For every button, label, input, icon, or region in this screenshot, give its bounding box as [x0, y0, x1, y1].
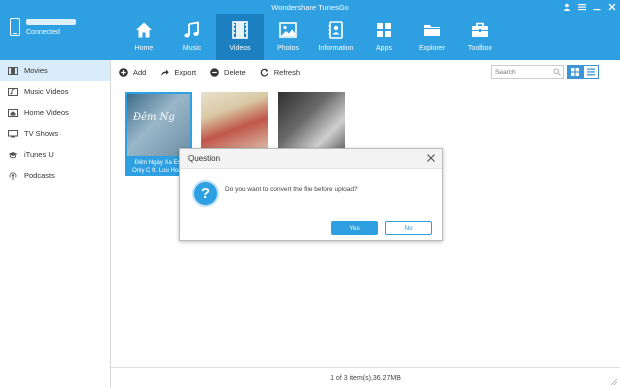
sidebar-item-podcasts[interactable]: Podcasts: [0, 165, 110, 186]
home-video-icon: [8, 108, 18, 117]
film-icon: [232, 21, 248, 39]
top-bar: Wondershare TunesGo Connected Home Music: [0, 0, 620, 60]
tab-label: Videos: [229, 45, 251, 52]
dialog-message: Do you want to convert the file before u…: [225, 186, 358, 193]
question-dialog: Question ? Do you want to convert the fi…: [179, 148, 443, 241]
podcast-icon: [8, 171, 18, 180]
export-button[interactable]: Export: [160, 68, 196, 77]
question-icon: ?: [192, 180, 219, 207]
sidebar-item-label: TV Shows: [24, 129, 59, 138]
refresh-icon: [260, 68, 269, 77]
status-bar: 1 of 3 item(s),36.27MB: [111, 367, 620, 388]
window-controls: [562, 3, 616, 13]
list-view-button[interactable]: [583, 65, 599, 79]
home-icon: [136, 22, 152, 38]
movie-icon: [8, 66, 18, 75]
toolbox-icon: [472, 22, 488, 37]
grid-icon: [571, 68, 579, 76]
device-panel[interactable]: Connected: [10, 18, 76, 36]
export-label: Export: [174, 67, 197, 77]
refresh-label: Refresh: [273, 67, 300, 77]
tab-photos[interactable]: Photos: [264, 14, 312, 60]
export-arrow-icon: [160, 68, 170, 77]
device-status: Connected: [26, 28, 60, 36]
tab-label: Home: [134, 45, 154, 52]
sidebar-item-home-videos[interactable]: Home Videos: [0, 102, 110, 123]
user-icon[interactable]: [562, 3, 571, 13]
minus-circle-icon: [210, 67, 219, 77]
status-text: 1 of 3 item(s),36.27MB: [330, 374, 401, 382]
contacts-icon: [328, 21, 343, 39]
sidebar-item-itunes-u[interactable]: iTunes U: [0, 144, 110, 165]
tab-home[interactable]: Home: [120, 14, 168, 60]
sidebar-item-tv-shows[interactable]: TV Shows: [0, 123, 110, 144]
device-name-redacted: [26, 18, 76, 25]
delete-label: Delete: [224, 67, 246, 77]
dialog-close-icon[interactable]: [426, 153, 436, 163]
graduation-cap-icon: [8, 151, 18, 159]
tab-toolbox[interactable]: Toolbox: [456, 14, 504, 60]
app-title: Wondershare TunesGo: [271, 3, 349, 12]
sidebar-item-movies[interactable]: Movies: [0, 60, 110, 81]
tab-label: Information: [318, 45, 354, 52]
tab-label: Photos: [277, 45, 299, 52]
search-icon[interactable]: [553, 68, 561, 76]
toolbar: Add Export Delete Refresh: [111, 60, 620, 84]
tab-information[interactable]: Information: [312, 14, 360, 60]
sidebar-item-label: Movies: [24, 66, 48, 75]
tab-label: Apps: [376, 45, 392, 52]
view-toggle: [567, 65, 599, 79]
tab-music[interactable]: Music: [168, 14, 216, 60]
sidebar-item-label: iTunes U: [24, 150, 54, 159]
tab-apps[interactable]: Apps: [360, 14, 408, 60]
list-icon: [587, 68, 595, 76]
tab-label: Music: [182, 45, 202, 52]
add-label: Add: [133, 67, 147, 77]
sidebar-item-label: Music Videos: [24, 87, 69, 96]
menu-icon[interactable]: [577, 3, 586, 13]
add-button[interactable]: Add: [119, 68, 146, 77]
phone-icon: [10, 18, 20, 36]
grid-view-button[interactable]: [567, 65, 583, 79]
dialog-title: Question: [188, 154, 221, 163]
thumbnail-overlay-text: Đêm Ng: [133, 112, 175, 123]
apps-icon: [377, 23, 391, 37]
tab-explorer[interactable]: Explorer: [408, 14, 456, 60]
tv-icon: [8, 129, 18, 138]
refresh-button[interactable]: Refresh: [260, 68, 300, 77]
folder-icon: [424, 25, 440, 36]
delete-button[interactable]: Delete: [210, 68, 246, 77]
minimize-icon[interactable]: [592, 3, 601, 13]
plus-circle-icon: [119, 67, 128, 77]
search-input[interactable]: [495, 68, 553, 76]
no-button[interactable]: No: [385, 221, 432, 235]
dialog-header: Question: [180, 149, 442, 169]
sidebar-item-label: Home Videos: [24, 108, 69, 117]
sidebar: Movies Music Videos Home Videos TV Shows…: [0, 60, 111, 388]
tab-label: Explorer: [418, 45, 446, 52]
music-icon: [184, 21, 199, 38]
main-nav: Home Music Videos Photos Information App…: [120, 14, 504, 60]
resize-grip-icon[interactable]: [610, 378, 618, 386]
tab-videos[interactable]: Videos: [216, 14, 264, 60]
tab-label: Toolbox: [467, 45, 493, 52]
photo-icon: [279, 22, 297, 38]
search-box[interactable]: [491, 65, 564, 79]
music-video-icon: [8, 87, 18, 96]
sidebar-item-music-videos[interactable]: Music Videos: [0, 81, 110, 102]
close-icon[interactable]: [607, 3, 616, 13]
yes-button[interactable]: Yes: [331, 221, 378, 235]
sidebar-item-label: Podcasts: [24, 171, 55, 180]
